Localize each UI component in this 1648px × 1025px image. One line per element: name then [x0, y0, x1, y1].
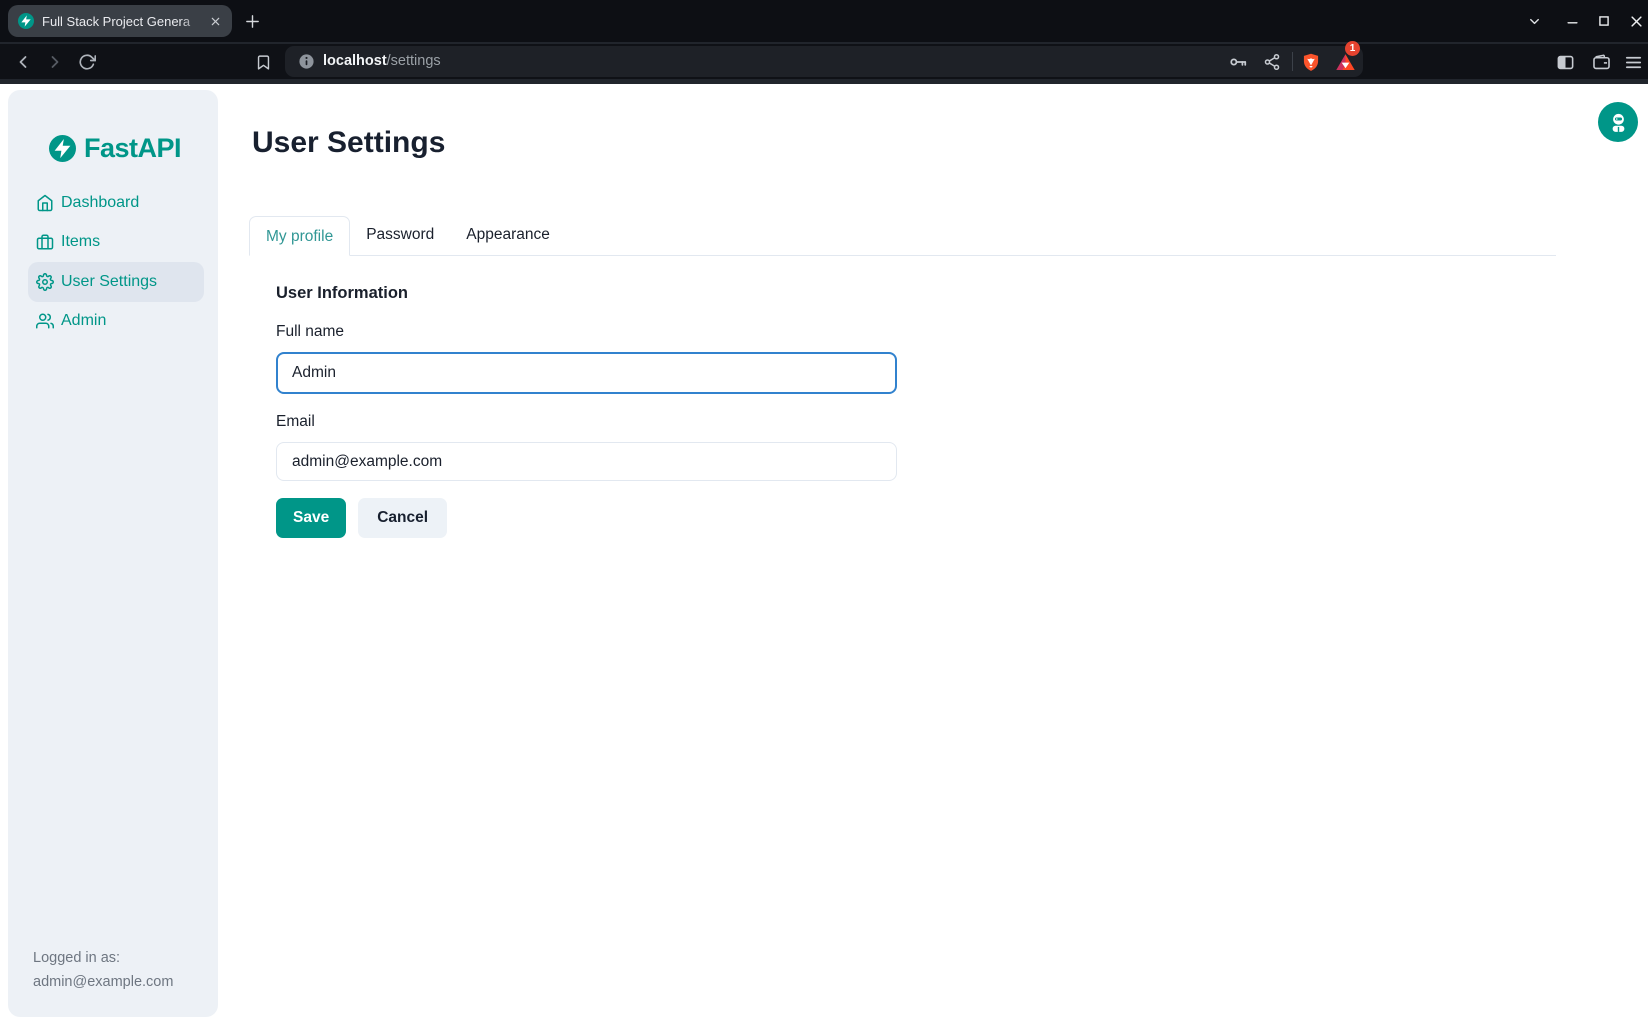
wallet-icon[interactable]: [1589, 50, 1613, 74]
url-text: localhost/settings: [323, 46, 441, 77]
briefcase-icon: [36, 233, 54, 251]
logged-in-footer: Logged in as: admin@example.com: [33, 946, 173, 994]
logo-text: FastAPI: [84, 133, 181, 164]
brave-shield-icon[interactable]: [1299, 50, 1323, 74]
full-name-input[interactable]: [276, 352, 897, 394]
browser-tab[interactable]: Full Stack Project Genera: [8, 5, 232, 37]
url-path: /settings: [387, 53, 441, 69]
site-info-icon[interactable]: [298, 53, 315, 75]
tab-title-fade: [180, 10, 206, 32]
tab-close-icon[interactable]: [206, 12, 224, 30]
address-bar[interactable]: localhost/settings 1: [285, 46, 1363, 77]
cancel-button[interactable]: Cancel: [358, 498, 447, 538]
user-menu-button[interactable]: [1598, 102, 1638, 142]
window-maximize-button[interactable]: [1594, 11, 1614, 31]
section-title: User Information: [276, 284, 408, 303]
back-button[interactable]: [11, 50, 35, 74]
sidebar-item-label: Dashboard: [61, 194, 139, 212]
sidebar: FastAPI Dashboard Items User Settings Ad…: [8, 90, 218, 1017]
toolbar-separator: [1292, 52, 1293, 71]
browser-toolbar: localhost/settings 1: [0, 44, 1648, 79]
gear-icon: [36, 273, 54, 291]
email-input[interactable]: [276, 442, 897, 481]
browser-title-bar: Full Stack Project Genera: [0, 0, 1648, 42]
sidebar-item-label: Admin: [61, 312, 106, 330]
user-astronaut-icon: [1607, 111, 1630, 134]
sidebar-item-admin[interactable]: Admin: [28, 301, 204, 341]
fastapi-bolt-icon: [49, 135, 76, 162]
page-content: FastAPI Dashboard Items User Settings Ad…: [0, 84, 1648, 1025]
sidebar-item-dashboard[interactable]: Dashboard: [28, 183, 204, 223]
tab-search-chevron-icon[interactable]: [1524, 11, 1544, 31]
key-icon[interactable]: [1226, 50, 1250, 74]
home-icon: [36, 194, 54, 212]
forward-button[interactable]: [43, 50, 67, 74]
reload-button[interactable]: [75, 50, 99, 74]
users-icon: [36, 312, 54, 330]
sidebar-item-label: Items: [61, 233, 100, 251]
window-close-button[interactable]: [1626, 11, 1646, 31]
save-button[interactable]: Save: [276, 498, 346, 538]
tab-password[interactable]: Password: [350, 215, 450, 255]
main-area: User Settings My profile Password Appear…: [218, 84, 1648, 1025]
tab-my-profile[interactable]: My profile: [249, 216, 350, 256]
share-icon[interactable]: [1260, 50, 1284, 74]
sidebar-item-user-settings[interactable]: User Settings: [28, 262, 204, 302]
fastapi-favicon-icon: [18, 13, 34, 29]
email-label: Email: [276, 414, 315, 430]
sidebar-item-label: User Settings: [61, 273, 157, 291]
logged-in-email: admin@example.com: [33, 970, 173, 994]
logged-in-label: Logged in as:: [33, 946, 173, 970]
sidebar-toggle-icon[interactable]: [1553, 50, 1577, 74]
page-title: User Settings: [252, 126, 445, 160]
form-actions: Save Cancel: [276, 498, 447, 538]
fastapi-logo: FastAPI: [49, 133, 181, 164]
url-host: localhost: [323, 53, 387, 69]
rewards-count-badge: 1: [1345, 41, 1360, 56]
settings-tabs: My profile Password Appearance: [249, 215, 1556, 256]
tab-appearance[interactable]: Appearance: [450, 215, 566, 255]
menu-hamburger-icon[interactable]: [1621, 50, 1645, 74]
full-name-label: Full name: [276, 324, 344, 340]
window-minimize-button[interactable]: [1562, 11, 1582, 31]
reading-list-bookmark-icon[interactable]: [251, 50, 275, 74]
sidebar-item-items[interactable]: Items: [28, 222, 204, 262]
new-tab-button[interactable]: [240, 9, 264, 33]
